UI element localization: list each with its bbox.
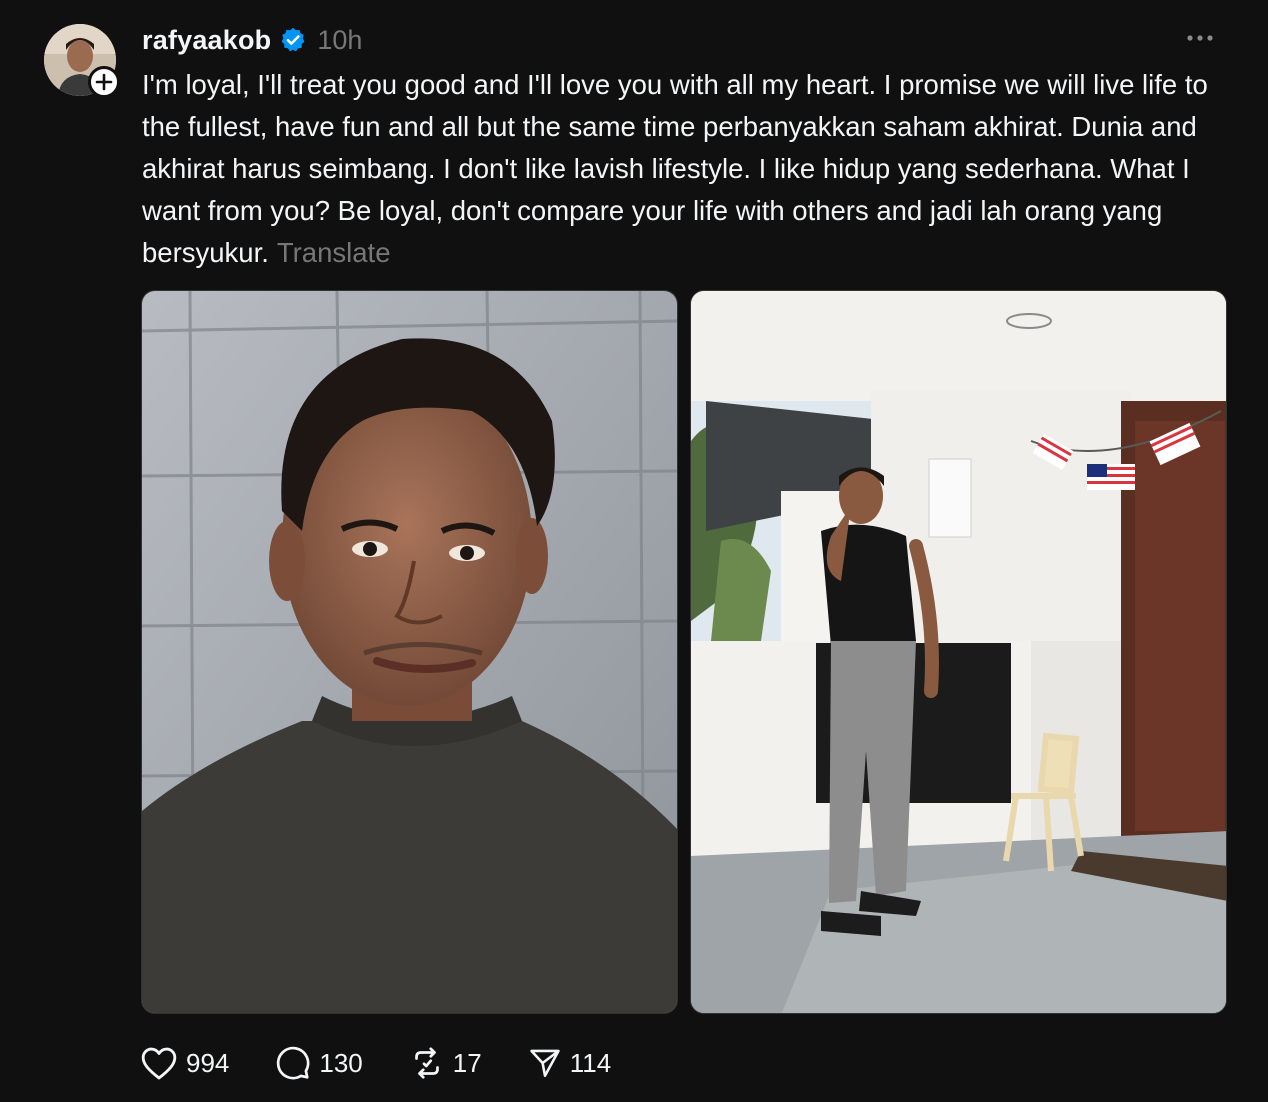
repost-button[interactable]: 17 <box>409 1045 482 1081</box>
share-button[interactable]: 114 <box>528 1046 611 1080</box>
post-header: rafyaakob 10h <box>142 20 362 60</box>
repost-icon <box>409 1045 445 1081</box>
send-icon <box>528 1046 562 1080</box>
reply-button[interactable]: 130 <box>275 1045 363 1081</box>
translate-link[interactable]: Translate <box>277 237 391 268</box>
thread-post: rafyaakob 10h I'm loyal, I'll treat you … <box>0 0 1268 1102</box>
username[interactable]: rafyaakob <box>142 25 271 56</box>
verified-badge-icon <box>279 26 307 54</box>
author-avatar-wrapper[interactable] <box>44 24 120 98</box>
repost-count: 17 <box>452 1047 482 1078</box>
more-options-button[interactable] <box>1182 24 1218 52</box>
more-horizontal-icon <box>1186 34 1214 42</box>
like-count: 994 <box>186 1047 230 1078</box>
post-timestamp: 10h <box>317 24 363 55</box>
balcony-photo <box>691 291 1226 1013</box>
post-image-selfie[interactable] <box>141 290 678 1014</box>
post-image-balcony[interactable] <box>690 290 1227 1014</box>
heart-icon <box>140 1045 178 1081</box>
follow-plus-button[interactable] <box>88 66 120 98</box>
reply-count: 130 <box>319 1047 363 1078</box>
post-actions: 994 130 17 114 <box>140 1040 657 1086</box>
comment-icon <box>275 1045 311 1081</box>
post-caption: I'm loyal, I'll treat you good and I'll … <box>142 64 1232 274</box>
plus-icon <box>95 73 113 91</box>
share-count: 114 <box>569 1047 612 1078</box>
like-button[interactable]: 994 <box>140 1045 229 1081</box>
selfie-photo <box>142 291 677 1013</box>
